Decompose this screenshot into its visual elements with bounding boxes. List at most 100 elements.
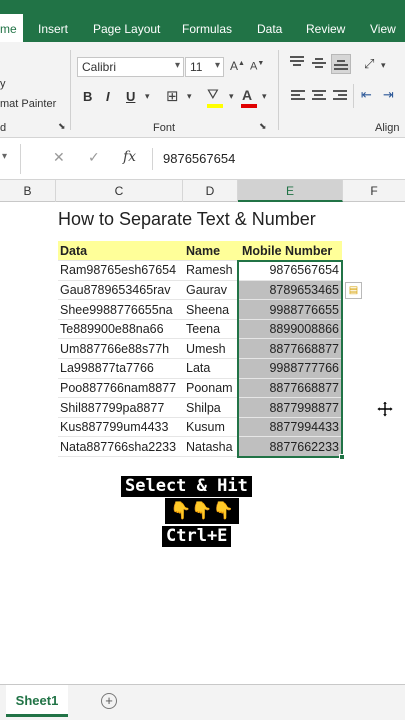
chevron-down-icon[interactable]: ▾ — [229, 91, 234, 102]
cell-data[interactable]: Shil887799pa8877 — [58, 397, 184, 418]
cell-mobile[interactable]: 9988777766 — [238, 358, 342, 379]
formula-controls: ✕ ✓ fx — [40, 148, 150, 170]
cell-data[interactable]: Kus887799um4433 — [58, 417, 184, 438]
cell-mobile[interactable]: 8877998877 — [238, 397, 342, 418]
tab-insert[interactable]: Insert — [38, 22, 68, 36]
table-row: Ram98765esh67654 Ramesh 9876567654 — [58, 260, 342, 281]
fill-handle[interactable] — [339, 454, 345, 460]
cell-name[interactable]: Shilpa — [184, 397, 238, 418]
cell-data[interactable]: Gau8789653465rav — [58, 280, 184, 301]
cell-data[interactable]: Poo887766nam8877 — [58, 378, 184, 399]
cell-data[interactable]: La998877ta7766 — [58, 358, 184, 379]
cell-name[interactable]: Teena — [184, 319, 238, 340]
cell-name[interactable]: Sheena — [184, 299, 238, 320]
font-family-value: Calibri — [82, 60, 117, 74]
column-header-f[interactable]: F — [343, 180, 405, 202]
header-cell-mobile[interactable]: Mobile Number — [238, 241, 342, 262]
ribbon-tab-bar: me Insert Page Layout Formulas Data Revi… — [0, 0, 405, 42]
table-row: La998877ta7766 Lata 9988777766 — [58, 358, 342, 379]
column-header-b[interactable]: B — [0, 180, 56, 202]
add-sheet-icon[interactable]: + — [101, 693, 117, 709]
tab-data[interactable]: Data — [257, 22, 282, 36]
format-painter-button[interactable]: mat Painter — [0, 98, 56, 110]
increase-indent-icon[interactable]: ⇥ — [383, 87, 394, 103]
orientation-icon[interactable]: ⤢ — [364, 56, 374, 72]
cell-data[interactable]: Ram98765esh67654 — [58, 260, 184, 281]
align-top-icon[interactable] — [290, 56, 304, 68]
align-right-icon[interactable] — [333, 90, 347, 102]
cell-mobile[interactable]: 8877994433 — [238, 417, 342, 438]
font-color-icon[interactable]: A — [242, 87, 252, 103]
move-cursor-icon — [377, 401, 393, 417]
chevron-down-icon[interactable]: ▾ — [2, 151, 7, 162]
enter-icon[interactable]: ✓ — [88, 149, 100, 166]
group-divider — [70, 50, 71, 130]
table-row: Shil887799pa8877 Shilpa 8877998877 — [58, 397, 342, 418]
cell-data[interactable]: Te889900e88na66 — [58, 319, 184, 340]
cell-mobile[interactable]: 9988776655 — [238, 299, 342, 320]
cell-data[interactable]: Nata887766sha2233 — [58, 436, 184, 458]
align-middle-icon[interactable] — [312, 58, 326, 70]
bold-button[interactable]: B — [83, 89, 92, 104]
cell-name[interactable]: Poonam — [184, 378, 238, 399]
cell-mobile[interactable]: 9876567654 — [238, 260, 342, 281]
font-family-select[interactable]: Calibri ▾ — [77, 57, 184, 77]
column-header-d[interactable]: D — [183, 180, 238, 202]
tab-view[interactable]: View — [370, 22, 396, 36]
increase-font-icon[interactable]: A▲ — [230, 59, 245, 73]
cell-name[interactable]: Lata — [184, 358, 238, 379]
cell-name[interactable]: Natasha — [184, 436, 238, 458]
column-header-e[interactable]: E — [238, 180, 343, 202]
cell-mobile[interactable]: 8789653465 — [238, 280, 342, 301]
chevron-down-icon[interactable]: ▾ — [187, 91, 192, 102]
column-header-c[interactable]: C — [56, 180, 183, 202]
copy-button[interactable]: y — [0, 78, 6, 90]
cell-mobile[interactable]: 8877668877 — [238, 338, 342, 360]
cancel-icon[interactable]: ✕ — [53, 149, 65, 166]
tab-formulas[interactable]: Formulas — [182, 22, 232, 36]
dialog-launcher-icon[interactable]: ⬊ — [58, 121, 66, 132]
data-table: Data Name Mobile Number Ram98765esh67654… — [58, 241, 342, 458]
sheet-title: How to Separate Text & Number — [58, 209, 316, 229]
header-cell-name[interactable]: Name — [184, 241, 238, 262]
column-header-bar: B C D E F — [0, 180, 405, 202]
header-cell-data[interactable]: Data — [58, 241, 184, 262]
cell-name[interactable]: Umesh — [184, 338, 238, 360]
tab-review[interactable]: Review — [306, 22, 345, 36]
table-row: Poo887766nam8877 Poonam 8877668877 — [58, 378, 342, 399]
cell-mobile[interactable]: 8877662233 — [238, 436, 342, 458]
cell-mobile[interactable]: 8899008866 — [238, 319, 342, 340]
cell-name[interactable]: Ramesh — [184, 260, 238, 281]
ribbon-body: y mat Painter d ⬊ Calibri ▾ 11 ▾ A▲ A▼ B… — [0, 42, 405, 138]
chevron-down-icon[interactable]: ▾ — [381, 60, 386, 71]
chevron-down-icon[interactable]: ▾ — [262, 91, 267, 102]
borders-icon[interactable]: ⊞ — [166, 87, 179, 105]
clipboard-group-label: d — [0, 122, 7, 134]
tab-page-layout[interactable]: Page Layout — [93, 22, 160, 36]
tab-home[interactable]: me — [0, 14, 23, 42]
fill-color-icon[interactable]: ⛛ — [207, 86, 219, 103]
align-left-icon[interactable] — [291, 90, 305, 102]
align-center-icon[interactable] — [312, 90, 326, 102]
decrease-indent-icon[interactable]: ⇤ — [361, 87, 372, 103]
underline-button[interactable]: U — [126, 89, 135, 104]
cell-name[interactable]: Gaurav — [184, 280, 238, 301]
name-box-divider — [20, 144, 21, 174]
cell-name[interactable]: Kusum — [184, 417, 238, 438]
alignment-group-label: Align — [375, 122, 400, 134]
sheet-tab-bar: Sheet1 + — [0, 684, 405, 720]
cell-data[interactable]: Shee9988776655na — [58, 299, 184, 320]
italic-button[interactable]: I — [106, 89, 110, 104]
decrease-font-icon[interactable]: A▼ — [250, 60, 264, 73]
insert-function-icon[interactable]: fx — [123, 149, 136, 165]
chevron-down-icon[interactable]: ▾ — [145, 91, 150, 102]
align-bottom-button[interactable] — [331, 54, 351, 74]
dialog-launcher-icon[interactable]: ⬊ — [259, 121, 267, 132]
sheet-tab-sheet1[interactable]: Sheet1 — [6, 685, 68, 717]
formula-input[interactable]: 9876567654 — [152, 148, 405, 170]
table-row: Kus887799um4433 Kusum 8877994433 — [58, 417, 342, 438]
font-size-select[interactable]: 11 ▾ — [185, 57, 224, 77]
flash-fill-options-icon[interactable]: ▤ — [345, 282, 362, 299]
cell-mobile[interactable]: 8877668877 — [238, 378, 342, 399]
cell-data[interactable]: Um887766e88s77h — [58, 338, 184, 360]
